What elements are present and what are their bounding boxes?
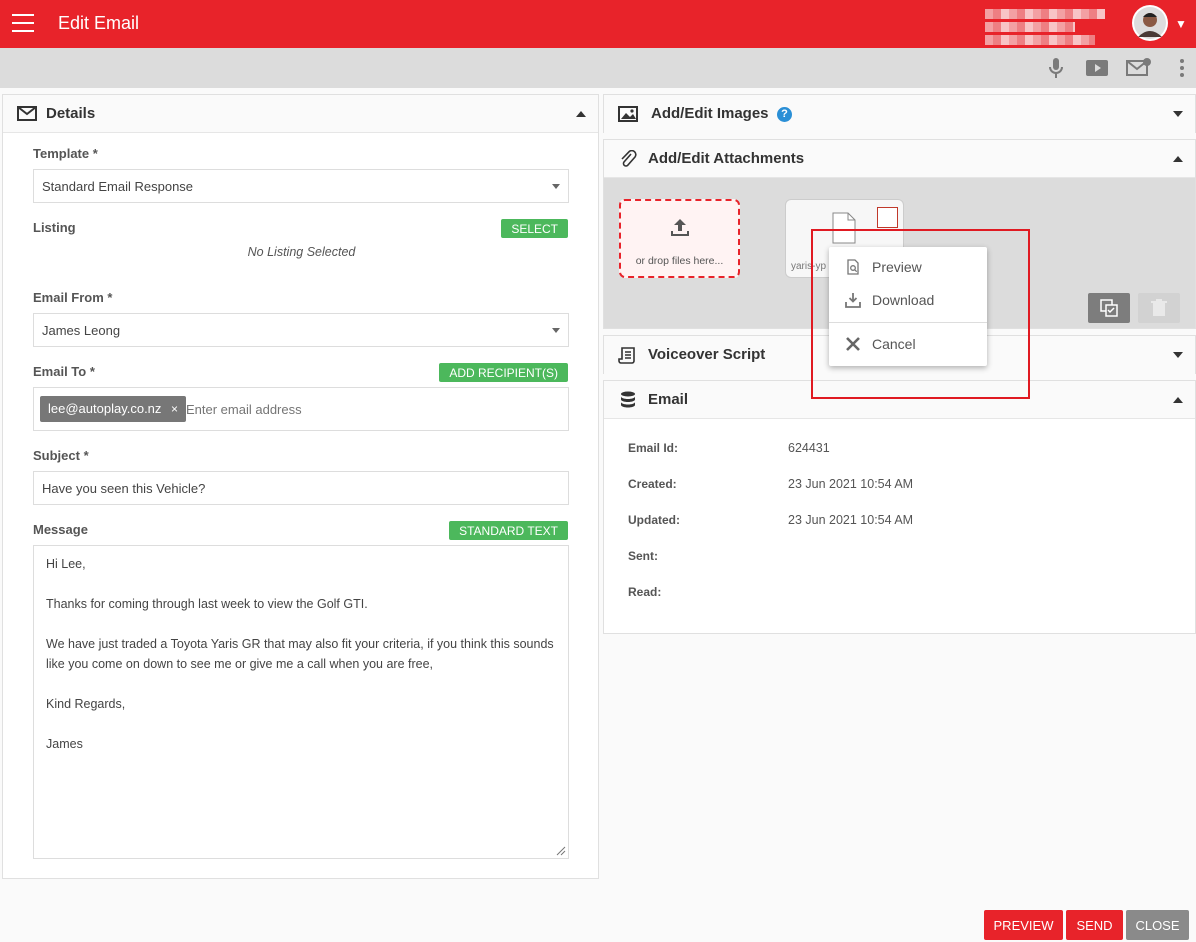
email-from-value: James Leong <box>42 323 121 338</box>
template-label: Template * <box>33 146 98 161</box>
trash-icon <box>1151 299 1167 316</box>
panel-title: Voiceover Script <box>648 346 766 363</box>
download-icon <box>845 293 861 308</box>
menu-icon[interactable] <box>12 14 34 32</box>
page-title: Edit Email <box>58 13 140 33</box>
help-icon[interactable]: ? <box>777 107 792 122</box>
scroll-icon <box>618 346 638 364</box>
resize-handle-icon[interactable] <box>556 846 566 856</box>
recipient-email: lee@autoplay.co.nz <box>48 401 162 416</box>
file-drop-zone[interactable]: or drop files here... <box>619 199 740 278</box>
read-label: Read: <box>628 585 662 599</box>
standard-text-button[interactable]: STANDARD TEXT <box>449 521 568 540</box>
email-to-label: Email To * <box>33 364 95 379</box>
details-panel-header[interactable]: Details <box>3 95 598 133</box>
menu-item-preview[interactable]: Preview <box>829 252 987 282</box>
more-vert-icon[interactable] <box>1170 56 1194 80</box>
template-select[interactable]: Standard Email Response <box>33 169 569 203</box>
avatar[interactable] <box>1132 5 1168 41</box>
toolbar <box>0 48 1196 88</box>
attachment-context-menu: Preview Download Cancel <box>829 247 987 366</box>
attachment-checkbox[interactable] <box>877 207 898 228</box>
panel-title: Email <box>648 391 689 408</box>
chevron-down-icon <box>552 184 560 189</box>
email-info-panel-header[interactable]: Email <box>604 381 1195 419</box>
email-info-panel: Email Email Id: 624431 Created: 23 Jun 2… <box>603 380 1196 634</box>
upload-icon <box>671 219 689 236</box>
user-name-redacted <box>985 6 1105 45</box>
send-button[interactable]: SEND <box>1066 910 1123 940</box>
menu-item-label: Cancel <box>872 336 916 352</box>
message-line: We have just traded a Toyota Yaris GR th… <box>46 637 554 671</box>
message-line: Hi Lee, <box>46 557 86 571</box>
expand-icon[interactable] <box>1173 352 1183 358</box>
updated-label: Updated: <box>628 513 680 527</box>
message-label: Message <box>33 522 88 537</box>
updated-value: 23 Jun 2021 10:54 AM <box>788 513 914 527</box>
menu-divider <box>829 322 987 323</box>
delete-button[interactable] <box>1138 293 1180 323</box>
email-from-select[interactable]: James Leong <box>33 313 569 347</box>
menu-item-download[interactable]: Download <box>829 285 987 315</box>
message-line: Thanks for coming through last week to v… <box>46 597 368 611</box>
recipient-chip: lee@autoplay.co.nz × <box>40 396 187 422</box>
email-id-label: Email Id: <box>628 441 679 455</box>
created-value: 23 Jun 2021 10:54 AM <box>788 477 914 491</box>
sent-label: Sent: <box>628 549 658 563</box>
email-to-input[interactable] <box>186 398 556 420</box>
close-icon <box>846 337 860 351</box>
collapse-icon[interactable] <box>1173 397 1183 403</box>
message-textarea[interactable]: Hi Lee, Thanks for coming through last w… <box>33 545 569 859</box>
preview-icon <box>847 259 859 275</box>
subject-value: Have you seen this Vehicle? <box>42 481 206 496</box>
copy-check-icon <box>1100 299 1118 317</box>
email-settings-icon[interactable] <box>1126 56 1151 80</box>
paperclip-icon <box>618 149 638 168</box>
close-button[interactable]: CLOSE <box>1126 910 1189 940</box>
select-all-button[interactable] <box>1088 293 1130 323</box>
panel-title: Add/Edit Attachments <box>648 150 805 167</box>
collapse-icon[interactable] <box>576 111 586 117</box>
file-icon <box>832 212 856 244</box>
created-label: Created: <box>628 477 677 491</box>
menu-item-label: Preview <box>872 259 922 275</box>
listing-label: Listing <box>33 220 76 235</box>
message-line: Kind Regards, <box>46 697 126 711</box>
template-value: Standard Email Response <box>42 179 194 194</box>
images-panel: Add/Edit Images ? <box>603 94 1196 133</box>
menu-item-cancel[interactable]: Cancel <box>829 329 987 359</box>
attachments-panel-header[interactable]: Add/Edit Attachments <box>604 140 1195 178</box>
email-id-value: 624431 <box>788 441 830 455</box>
preview-button[interactable]: PREVIEW <box>984 910 1063 940</box>
drop-text: or drop files here... <box>635 255 724 267</box>
details-panel: Details Template * Standard Email Respon… <box>2 94 599 879</box>
menu-item-label: Download <box>872 292 935 308</box>
image-icon <box>618 105 638 123</box>
remove-recipient-icon[interactable]: × <box>171 402 178 416</box>
panel-title: Details <box>46 105 96 122</box>
app-header: Edit Email ▼ <box>0 0 1196 48</box>
video-icon[interactable] <box>1085 56 1109 80</box>
database-icon <box>618 391 638 409</box>
microphone-icon[interactable] <box>1044 56 1068 80</box>
attachment-filename: yaris-yp <box>791 261 827 272</box>
subject-label: Subject * <box>33 448 89 463</box>
panel-title: Add/Edit Images <box>651 105 769 122</box>
chevron-down-icon[interactable]: ▼ <box>1175 17 1187 31</box>
add-recipients-button[interactable]: ADD RECIPIENT(S) <box>439 363 568 382</box>
collapse-icon[interactable] <box>1173 156 1183 162</box>
envelope-icon <box>17 105 37 123</box>
no-listing-text: No Listing Selected <box>247 245 356 259</box>
email-from-label: Email From * <box>33 290 113 305</box>
expand-icon[interactable] <box>1173 111 1183 117</box>
email-to-field[interactable]: lee@autoplay.co.nz × <box>33 387 569 431</box>
chevron-down-icon <box>552 328 560 333</box>
select-listing-button[interactable]: SELECT <box>501 219 568 238</box>
message-line: James <box>46 737 83 751</box>
images-panel-header[interactable]: Add/Edit Images ? <box>604 95 1195 133</box>
subject-input[interactable]: Have you seen this Vehicle? <box>33 471 569 505</box>
